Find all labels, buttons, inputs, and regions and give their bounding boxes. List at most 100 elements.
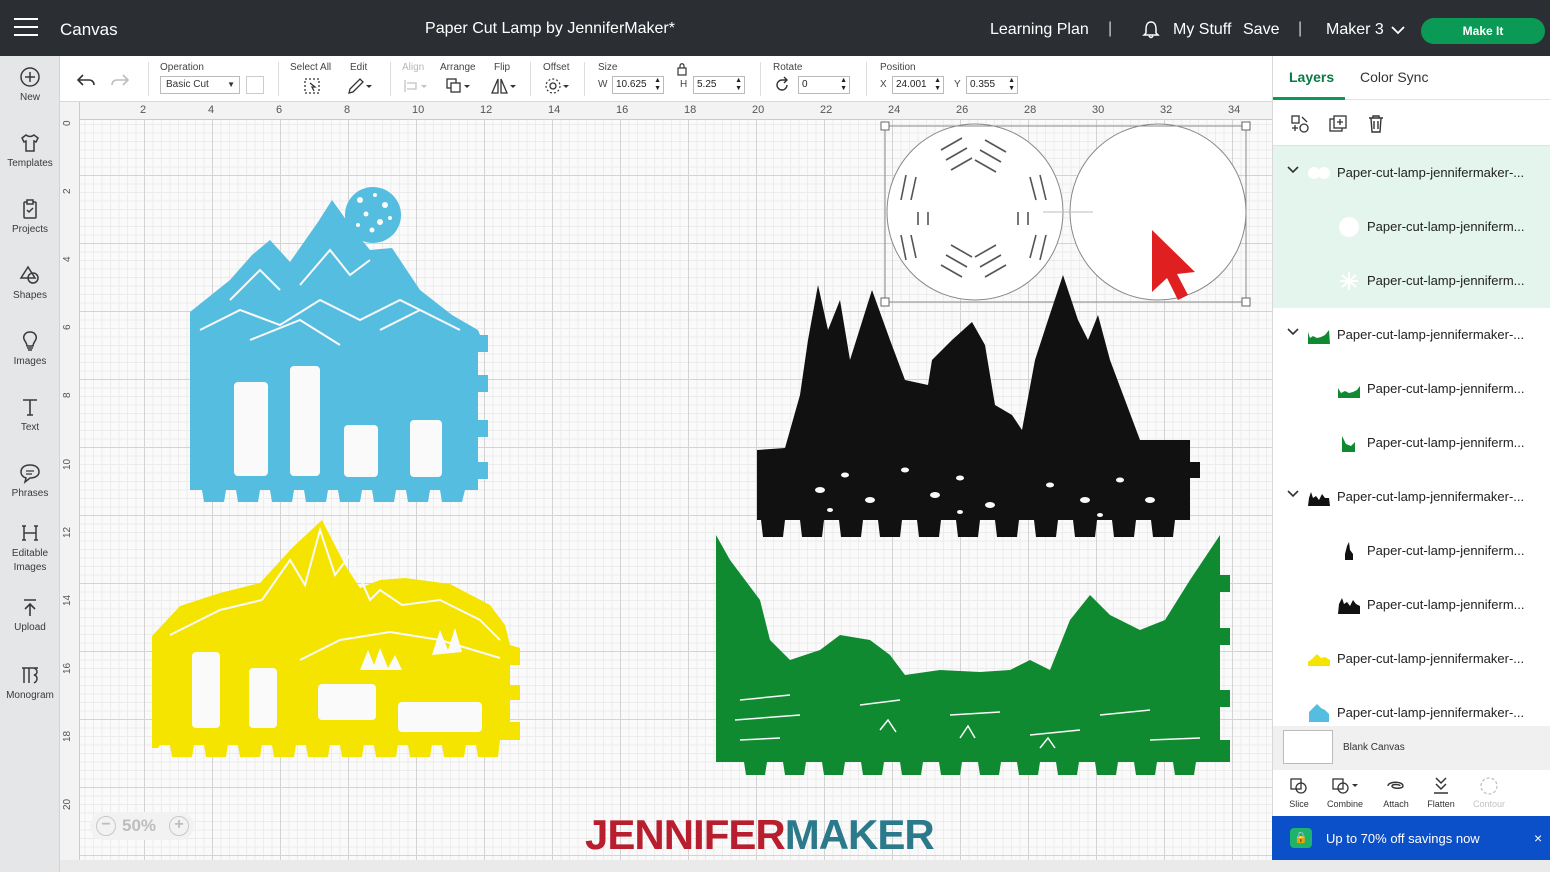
group-icon[interactable] xyxy=(1289,113,1311,135)
flatten-button[interactable]: Flatten xyxy=(1415,776,1467,809)
layer-item[interactable]: Paper-cut-lamp-jenniferm... xyxy=(1273,254,1550,308)
nav-shapes[interactable]: Shapes xyxy=(0,264,60,303)
select-all-icon[interactable] xyxy=(302,76,322,96)
align-icon[interactable] xyxy=(402,76,430,96)
lock-icon: 🔒 xyxy=(1290,828,1312,848)
rotate-icon[interactable] xyxy=(773,76,791,94)
zoom-in-button[interactable]: + xyxy=(169,816,189,836)
trash-icon[interactable] xyxy=(1365,113,1387,135)
nav-images[interactable]: Images xyxy=(0,330,60,369)
redo-icon[interactable] xyxy=(110,72,130,90)
close-icon[interactable]: × xyxy=(1534,830,1542,846)
operation-select[interactable]: Basic Cut ▼ xyxy=(160,76,240,94)
promo-banner[interactable]: 🔒 Up to 70% off savings now × xyxy=(1272,816,1550,860)
nav-text[interactable]: Text xyxy=(0,396,60,435)
layer-group-black[interactable]: Paper-cut-lamp-jennifermaker-... xyxy=(1273,470,1550,524)
layer-yellow[interactable]: Paper-cut-lamp-jennifermaker-... xyxy=(1273,632,1550,686)
text-t-icon xyxy=(23,399,37,416)
slice-icon xyxy=(1290,778,1307,794)
contour-button[interactable]: Contour xyxy=(1463,776,1515,809)
stepper-icon[interactable]: ▲ ▼ xyxy=(934,77,941,93)
layer-item[interactable]: Paper-cut-lamp-jenniferm... xyxy=(1273,578,1550,632)
brand-part2: MAKER xyxy=(784,811,935,858)
rotate-input[interactable]: 0 ▲ ▼ xyxy=(798,76,850,94)
yellow-lamp-panel[interactable] xyxy=(152,520,520,757)
pencil-icon[interactable] xyxy=(346,76,374,96)
nav-phrases[interactable]: Phrases xyxy=(0,462,60,501)
chevron-down-icon[interactable] xyxy=(1287,489,1299,499)
layer-item[interactable]: Paper-cut-lamp-jenniferm... xyxy=(1273,362,1550,416)
ruler-tick: 16 xyxy=(616,104,629,116)
layer-item[interactable]: Paper-cut-lamp-jenniferm... xyxy=(1273,416,1550,470)
ruler-tick: 26 xyxy=(956,104,969,116)
tab-layers[interactable]: Layers xyxy=(1289,69,1334,85)
blank-canvas-row[interactable]: Blank Canvas xyxy=(1273,726,1550,770)
arrange-label: Arrange xyxy=(440,62,476,73)
layer-group-green[interactable]: Paper-cut-lamp-jennifermaker-... xyxy=(1273,308,1550,362)
ruler-tick: 2 xyxy=(62,188,73,194)
chevron-down-icon[interactable] xyxy=(1391,25,1405,35)
color-swatch[interactable] xyxy=(246,76,264,94)
my-stuff-link[interactable]: My Stuff xyxy=(1173,21,1231,39)
tab-color-sync[interactable]: Color Sync xyxy=(1360,69,1428,85)
layer-item[interactable]: Paper-cut-lamp-jenniferm... xyxy=(1273,200,1550,254)
stepper-icon[interactable]: ▲ ▼ xyxy=(840,77,847,93)
nav-projects[interactable]: Projects xyxy=(0,198,60,237)
nav-label: Projects xyxy=(11,224,49,235)
blank-canvas-swatch[interactable] xyxy=(1283,730,1333,764)
undo-icon[interactable] xyxy=(76,72,96,90)
nav-templates[interactable]: Templates xyxy=(0,132,60,171)
learning-plan-link[interactable]: Learning Plan xyxy=(990,21,1089,39)
top-bar: Canvas Paper Cut Lamp by JenniferMaker* … xyxy=(0,0,1550,56)
ruler-tick: 0 xyxy=(62,120,73,126)
ruler-tick: 2 xyxy=(140,104,147,116)
zoom-out-button[interactable]: − xyxy=(96,816,116,836)
layer-name: Paper-cut-lamp-jennifermaker-... xyxy=(1337,327,1525,342)
save-button[interactable]: Save xyxy=(1243,21,1279,39)
nav-upload[interactable]: Upload xyxy=(0,596,60,635)
black-lamp-panel[interactable] xyxy=(757,275,1200,537)
machine-selector[interactable]: Maker 3 xyxy=(1326,21,1384,39)
ruler-tick: 14 xyxy=(62,594,73,606)
shapes-icon xyxy=(19,265,39,284)
layer-name: Paper-cut-lamp-jennifermaker-... xyxy=(1337,705,1525,720)
layer-thumbnail xyxy=(1340,272,1358,290)
height-input[interactable]: 5.25 ▲ ▼ xyxy=(693,76,745,94)
bell-icon[interactable] xyxy=(1141,20,1161,40)
chevron-down-icon[interactable] xyxy=(1287,165,1299,175)
slice-button[interactable]: Slice xyxy=(1273,776,1325,809)
arrange-icon[interactable] xyxy=(444,76,472,96)
flip-icon[interactable] xyxy=(490,76,518,96)
x-position-input[interactable]: 24.001 ▲ ▼ xyxy=(892,76,944,94)
nav-label: Editable Images xyxy=(11,548,49,573)
layer-item[interactable]: Paper-cut-lamp-jenniferm... xyxy=(1273,524,1550,578)
stepper-icon[interactable]: ▲ ▼ xyxy=(735,77,742,93)
combine-button[interactable]: Combine xyxy=(1319,776,1371,809)
blue-lamp-panel[interactable] xyxy=(190,187,488,502)
rotate-value: 0 xyxy=(802,79,808,90)
make-it-button[interactable]: Make It xyxy=(1421,18,1545,44)
chevron-down-icon[interactable] xyxy=(1287,327,1299,337)
offset-icon[interactable] xyxy=(543,76,571,96)
nav-editable-images[interactable]: Editable Images xyxy=(0,522,60,575)
nav-label: Upload xyxy=(14,622,46,633)
duplicate-icon[interactable] xyxy=(1327,113,1349,135)
white-circle-pieces[interactable] xyxy=(886,123,1247,301)
design-canvas[interactable] xyxy=(80,120,1272,860)
stepper-icon[interactable]: ▲ ▼ xyxy=(1008,77,1015,93)
layer-name: Paper-cut-lamp-jennifermaker-... xyxy=(1337,489,1525,504)
layer-group-white[interactable]: Paper-cut-lamp-jennifermaker-... xyxy=(1273,146,1550,200)
nav-label: New xyxy=(19,92,40,103)
y-position-input[interactable]: 0.355 ▲ ▼ xyxy=(966,76,1018,94)
lock-icon[interactable] xyxy=(676,62,688,76)
nav-label: Text xyxy=(20,422,40,433)
stepper-icon[interactable]: ▲ ▼ xyxy=(654,77,661,93)
width-input[interactable]: 10.625 ▲ ▼ xyxy=(612,76,664,94)
green-lamp-panel[interactable] xyxy=(716,535,1230,775)
slice-label: Slice xyxy=(1289,799,1309,809)
project-title[interactable]: Paper Cut Lamp by JenniferMaker* xyxy=(0,20,1100,38)
nav-new[interactable]: New xyxy=(0,66,60,105)
nav-monogram[interactable]: Monogram xyxy=(0,664,60,703)
ruler-tick: 12 xyxy=(62,526,73,538)
ruler-tick: 4 xyxy=(208,104,215,116)
